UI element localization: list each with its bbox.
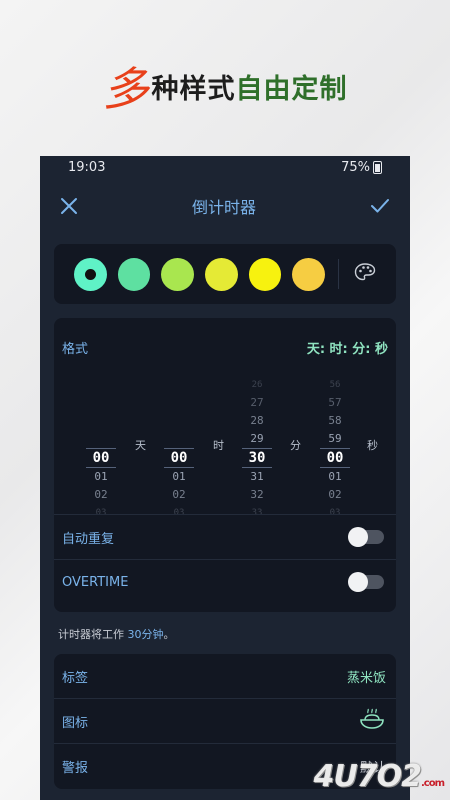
auto-repeat-row[interactable]: 自动重复 xyxy=(54,514,396,559)
watermark-sub: .com xyxy=(420,778,445,789)
battery-indicator: 75% xyxy=(341,160,382,175)
color-option[interactable] xyxy=(292,257,326,291)
tag-row[interactable]: 标签 蒸米饭 xyxy=(54,654,396,699)
wheel-spacer xyxy=(86,376,116,394)
wheel-value: 31 xyxy=(250,470,264,483)
switch-knob xyxy=(348,527,368,547)
format-label: 格式 xyxy=(62,342,89,357)
color-option[interactable] xyxy=(248,257,282,291)
days-wheel[interactable]: 00 01 02 03 xyxy=(86,376,116,522)
phone-screen: 19:03 75% 倒计时器 格式 天: 时: 分: 秒 00010203 xyxy=(40,156,410,800)
app-bar: 倒计时器 xyxy=(40,178,410,234)
format-value[interactable]: 天: 时: 分: 秒 xyxy=(307,338,388,357)
format-card: 格式 天: 时: 分: 秒 00 01 02 03 天 00 01 02 03 时 26 27… xyxy=(54,318,396,612)
status-time: 19:03 xyxy=(68,159,106,175)
rice-bowl-icon[interactable] xyxy=(358,708,386,734)
battery-icon xyxy=(373,160,382,174)
minutes-wheel[interactable]: 26 27 28 29 30 31 32 33 xyxy=(242,376,272,522)
color-option[interactable] xyxy=(161,257,195,291)
overtime-switch[interactable] xyxy=(348,572,384,592)
minutes-unit: 分 xyxy=(290,439,301,452)
icon-label: 图标 xyxy=(62,715,89,731)
wheel-spacer xyxy=(86,412,116,430)
tag-value: 蒸米饭 xyxy=(346,670,386,686)
seconds-unit: 秒 xyxy=(367,439,378,452)
battery-percent: 75% xyxy=(341,159,370,175)
hours-wheel[interactable]: 00 01 02 03 xyxy=(164,376,194,522)
wheel-value: 57 xyxy=(328,396,342,409)
wheel-current-value: 30 xyxy=(242,448,272,468)
note-duration: 30分钟 xyxy=(127,628,164,641)
wheel-value: 28 xyxy=(250,414,264,427)
auto-repeat-label: 自动重复 xyxy=(62,531,115,547)
color-divider xyxy=(338,259,340,289)
wheel-value: 02 xyxy=(94,488,108,501)
wheel-value: 29 xyxy=(250,432,264,445)
watermark-text: 4U7O2 xyxy=(313,759,421,794)
status-bar: 19:03 75% xyxy=(40,156,410,178)
palette-icon[interactable] xyxy=(354,262,376,286)
tag-label: 标签 xyxy=(62,670,89,686)
wheel-spacer xyxy=(164,430,194,448)
color-option[interactable] xyxy=(205,257,238,291)
note-prefix: 计时器将工作 xyxy=(58,628,128,641)
days-unit: 天 xyxy=(135,439,146,452)
wheel-current-value: 00 xyxy=(320,448,350,468)
seconds-wheel[interactable]: 56 57 58 59 00 01 02 03 xyxy=(320,376,350,522)
wheel-spacer xyxy=(86,430,116,448)
note-suffix: 。 xyxy=(163,628,175,641)
overtime-label: OVERTIME xyxy=(62,574,129,590)
wheel-spacer xyxy=(164,376,194,394)
color-option[interactable] xyxy=(117,257,151,291)
wheel-value: 01 xyxy=(172,470,186,483)
wheel-spacer xyxy=(86,394,116,412)
hours-unit: 时 xyxy=(213,439,224,452)
time-picker[interactable]: 00 01 02 03 天 00 01 02 03 时 26 27 28 29 30 31 32 33 分… xyxy=(54,376,396,518)
promo-headline: 多 种样式 自由定制 xyxy=(0,56,450,116)
site-watermark: 4U7O2.com xyxy=(313,759,445,794)
wheel-value: 02 xyxy=(172,488,186,501)
page-title: 倒计时器 xyxy=(191,198,256,217)
wheel-value: 02 xyxy=(328,488,342,501)
wheel-value: 59 xyxy=(328,432,342,445)
wheel-value: 32 xyxy=(250,488,264,501)
alarm-label: 警报 xyxy=(62,761,89,776)
overtime-row[interactable]: OVERTIME xyxy=(54,559,396,604)
color-selector xyxy=(54,244,396,304)
promo-green-text: 自由定制 xyxy=(235,73,348,105)
confirm-check-icon[interactable] xyxy=(370,198,390,214)
wheel-spacer xyxy=(164,412,194,430)
wheel-current-value: 00 xyxy=(86,448,116,468)
wheel-spacer xyxy=(164,394,194,412)
color-option[interactable] xyxy=(74,257,107,291)
wheel-value: 01 xyxy=(94,470,108,483)
close-icon[interactable] xyxy=(60,197,78,215)
auto-repeat-switch[interactable] xyxy=(348,527,384,547)
duration-note: 计时器将工作 30分钟。 xyxy=(58,626,410,642)
wheel-value: 26 xyxy=(251,380,263,390)
promo-big-char: 多 xyxy=(102,62,150,116)
promo-dark-text: 种样式 xyxy=(151,73,236,105)
wheel-value: 58 xyxy=(328,414,342,427)
wheel-current-value: 00 xyxy=(164,448,194,468)
wheel-value: 56 xyxy=(329,380,341,390)
wheel-value: 27 xyxy=(250,396,264,409)
wheel-value: 01 xyxy=(328,470,342,483)
switch-knob xyxy=(348,572,368,592)
icon-row[interactable]: 图标 xyxy=(54,699,396,744)
